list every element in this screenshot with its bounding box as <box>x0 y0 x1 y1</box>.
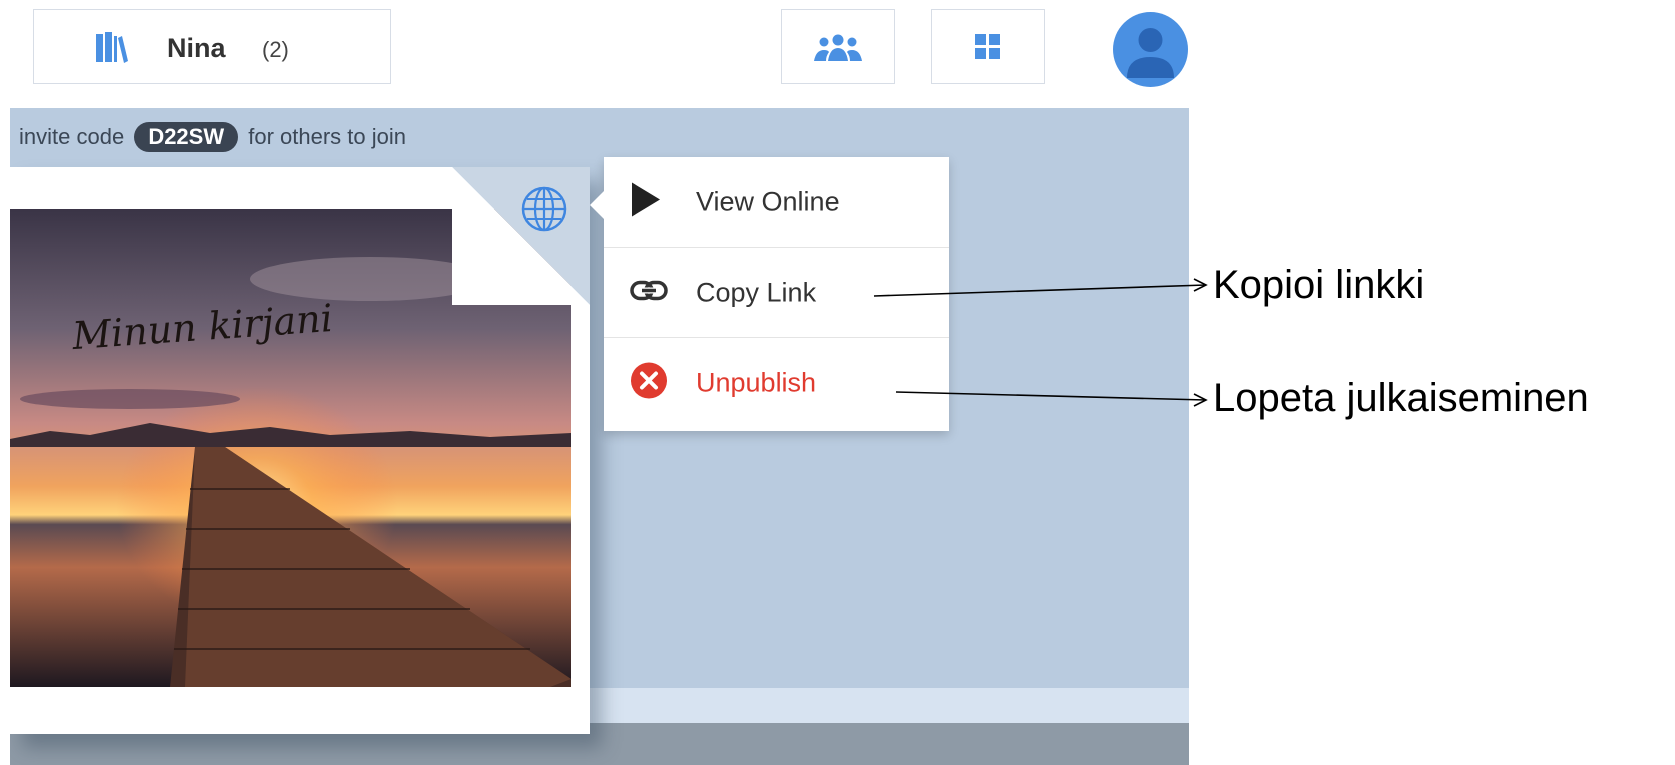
app-screen: Nina (2) invite code D22SW for others to… <box>0 0 1675 765</box>
annotation-copy-link: Kopioi linkki <box>1213 263 1425 307</box>
annotation-unpublish: Lopeta julkaiseminen <box>1213 376 1589 420</box>
